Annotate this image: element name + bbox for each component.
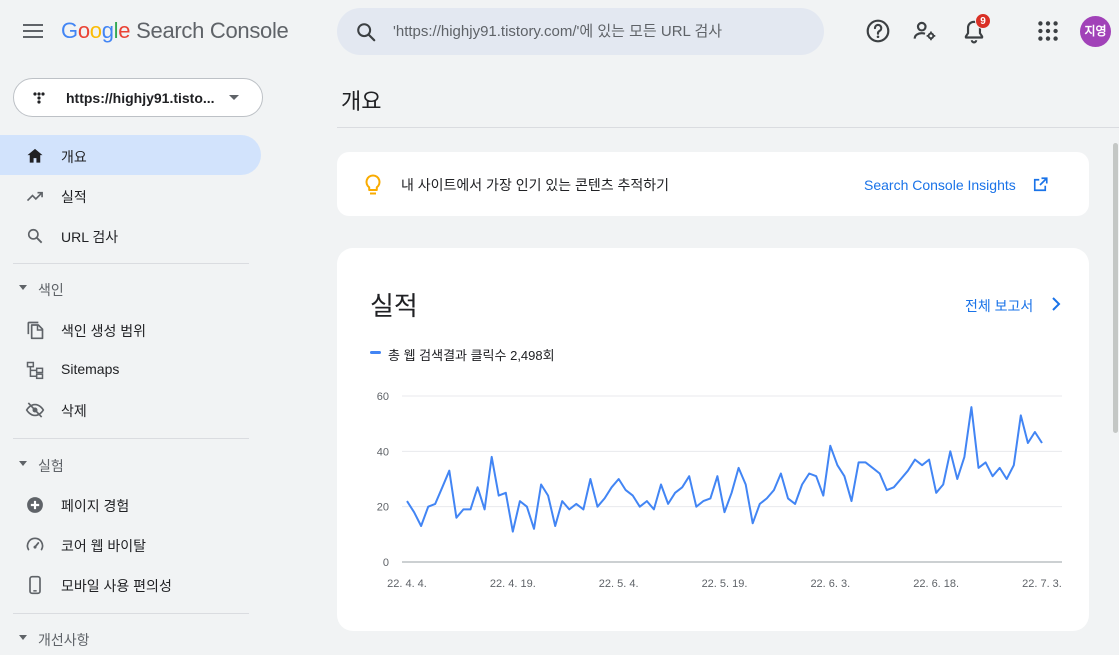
x-tick-label: 22. 4. 19. — [490, 578, 536, 590]
manage-users-icon[interactable] — [912, 18, 938, 44]
y-tick-label: 20 — [377, 502, 389, 514]
page-experience-icon — [27, 497, 43, 513]
apps-icon[interactable] — [1035, 18, 1061, 44]
avatar[interactable]: 지영 — [1080, 16, 1111, 47]
mobile-icon — [29, 575, 41, 595]
sidebar-item-performance[interactable]: 실적 — [0, 175, 261, 215]
sidebar-divider — [13, 438, 249, 439]
performance-card: 실적 전체 보고서 총 웹 검색결과 클릭수 2,498회 0 20 40 60 22.… — [337, 248, 1089, 631]
insights-text: 내 사이트에서 가장 인기 있는 콘텐츠 추적하기 — [401, 177, 670, 193]
lightbulb-icon — [365, 174, 381, 195]
home-icon — [27, 148, 43, 163]
sidebar-item-page-experience[interactable]: 페이지 경험 — [0, 484, 261, 524]
sidebar-divider — [13, 263, 249, 264]
chevron-right-icon[interactable] — [1049, 296, 1063, 312]
collapse-triangle-icon — [19, 635, 27, 640]
legend-swatch — [370, 351, 381, 354]
y-tick-label: 0 — [383, 557, 389, 569]
sidebar-item-overview[interactable]: 개요 — [0, 135, 261, 175]
sidebar-item-mobile-usability[interactable]: 모바일 사용 편의성 — [0, 564, 261, 604]
clicks-line-chart: 0 20 40 60 22. 4. 4. 22. 4. 19. 22. 5. 4. 22. 5… — [377, 391, 1062, 590]
insights-card: 내 사이트에서 가장 인기 있는 콘텐츠 추적하기 Search Console… — [337, 152, 1089, 216]
gauge-icon — [26, 537, 44, 551]
copy-icon — [27, 321, 44, 340]
legend-label: 총 웹 검색결과 클릭수 2,498회 — [388, 348, 555, 363]
sidebar-item-sitemaps[interactable]: Sitemaps — [0, 349, 261, 389]
x-tick-label: 22. 4. 4. — [387, 578, 427, 590]
sidebar-item-core-web-vitals[interactable]: 코어 웹 바이탈 — [0, 524, 261, 564]
app-logo[interactable]: Google Search Console — [61, 18, 289, 44]
url-inspection-search[interactable] — [337, 8, 824, 55]
insights-link[interactable]: Search Console Insights — [864, 177, 1016, 193]
sitemap-icon — [26, 361, 44, 380]
section-experience[interactable]: 실험 — [0, 449, 240, 479]
y-tick-label: 40 — [377, 446, 389, 458]
menu-icon[interactable] — [20, 20, 46, 44]
search-input[interactable] — [393, 20, 803, 42]
page-title: 개요 — [341, 89, 382, 114]
sidebar-divider — [13, 613, 249, 614]
x-tick-label: 22. 6. 18. — [913, 578, 959, 590]
collapse-triangle-icon — [19, 285, 27, 290]
notification-badge: 9 — [975, 13, 991, 29]
help-icon[interactable] — [865, 18, 891, 44]
section-enhancements[interactable]: 개선사항 — [0, 623, 240, 653]
property-url: https://highjy91.tisto... — [66, 90, 215, 106]
sidebar-item-url-inspection[interactable]: URL 검사 — [0, 215, 261, 255]
open-in-new-icon[interactable] — [1031, 176, 1049, 194]
performance-title: 실적 — [370, 291, 418, 321]
x-tick-label: 22. 7. 3. — [1022, 578, 1062, 590]
property-selector[interactable]: https://highjy91.tisto... — [13, 78, 263, 117]
collapse-triangle-icon — [19, 461, 27, 466]
sidebar-item-coverage[interactable]: 색인 생성 범위 — [0, 309, 261, 349]
scrollbar[interactable] — [1113, 143, 1118, 433]
section-index[interactable]: 색인 — [0, 273, 240, 303]
x-tick-label: 22. 5. 4. — [599, 578, 639, 590]
title-divider — [337, 127, 1119, 128]
x-tick-label: 22. 5. 19. — [702, 578, 748, 590]
search-icon[interactable] — [355, 21, 377, 43]
hidden-eye-icon — [25, 402, 45, 418]
tistory-logo-icon — [30, 89, 48, 107]
full-report-link[interactable]: 전체 보고서 — [965, 296, 1033, 316]
x-tick-label: 22. 6. 3. — [810, 578, 850, 590]
search-icon — [27, 228, 43, 244]
y-tick-label: 60 — [377, 391, 389, 403]
series-line-clicks[interactable] — [406, 406, 1043, 533]
trending-up-icon — [26, 191, 43, 202]
dropdown-caret-icon — [229, 95, 239, 100]
top-app-bar: GoogleSearch Console 9 지영 — [0, 0, 1119, 64]
sidebar-item-removals[interactable]: 삭제 — [0, 389, 261, 429]
